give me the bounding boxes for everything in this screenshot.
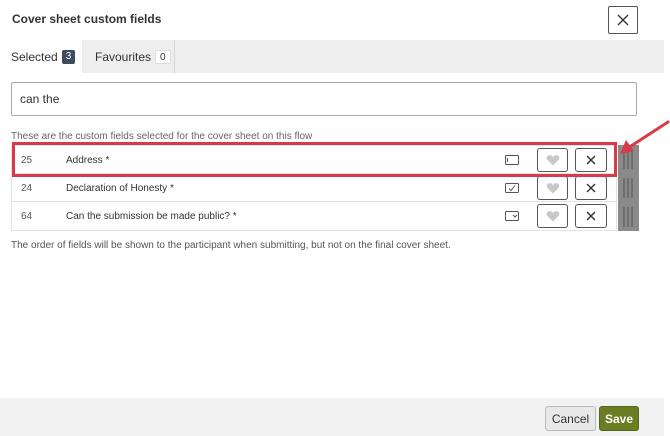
field-id: 64 (21, 211, 33, 222)
field-row[interactable]: 24 Declaration of Honesty * (12, 174, 616, 202)
close-icon (586, 155, 596, 165)
field-name: Address * (66, 155, 110, 166)
remove-field-button[interactable] (575, 204, 607, 228)
field-id: 24 (21, 183, 33, 194)
remove-field-button[interactable] (575, 148, 607, 172)
field-name: Declaration of Honesty * (66, 183, 174, 194)
field-name: Can the submission be made public? * (66, 211, 237, 222)
tab-favourites-label: Favourites (95, 49, 152, 64)
tab-selected-label: Selected (11, 49, 58, 64)
close-icon (617, 14, 629, 26)
heart-icon (546, 183, 559, 194)
favourites-count-badge: 0 (155, 49, 171, 64)
favourite-button[interactable] (537, 148, 568, 172)
info-text: These are the custom fields selected for… (11, 131, 313, 142)
heart-icon (546, 211, 559, 222)
dropdown-field-icon (505, 211, 519, 221)
field-id: 25 (21, 155, 33, 166)
favourite-button[interactable] (537, 204, 568, 228)
remove-field-button[interactable] (575, 176, 607, 200)
selected-count-badge: 3 (61, 49, 76, 64)
checkbox-field-icon (505, 183, 519, 193)
tab-favourites[interactable]: Favourites 0 (82, 40, 175, 73)
arrow-annotation-icon (620, 120, 670, 154)
grip-icon (623, 178, 634, 198)
search-input[interactable] (11, 82, 637, 116)
tab-selected[interactable]: Selected 3 (0, 40, 82, 73)
close-dialog-button[interactable] (608, 6, 638, 34)
tab-bar: Selected 3 Favourites 0 (0, 40, 664, 73)
save-button[interactable]: Save (599, 406, 639, 431)
field-row[interactable]: 25 Address * (12, 146, 616, 174)
cancel-button[interactable]: Cancel (545, 406, 596, 431)
fields-table: 25 Address * 24 Declaration of Honesty *… (11, 145, 617, 231)
heart-icon (546, 155, 559, 166)
grip-icon (623, 207, 634, 227)
dialog-title: Cover sheet custom fields (12, 12, 162, 26)
custom-fields-dialog: Cover sheet custom fields Selected 3 Fav… (0, 0, 670, 436)
footer-note: The order of fields will be shown to the… (11, 240, 451, 251)
close-icon (586, 183, 596, 193)
field-row[interactable]: 64 Can the submission be made public? * (12, 202, 616, 230)
dialog-header: Cover sheet custom fields (0, 0, 664, 40)
close-icon (586, 211, 596, 221)
dialog-footer: Cancel Save (0, 398, 664, 436)
text-field-icon (505, 155, 519, 165)
favourite-button[interactable] (537, 176, 568, 200)
